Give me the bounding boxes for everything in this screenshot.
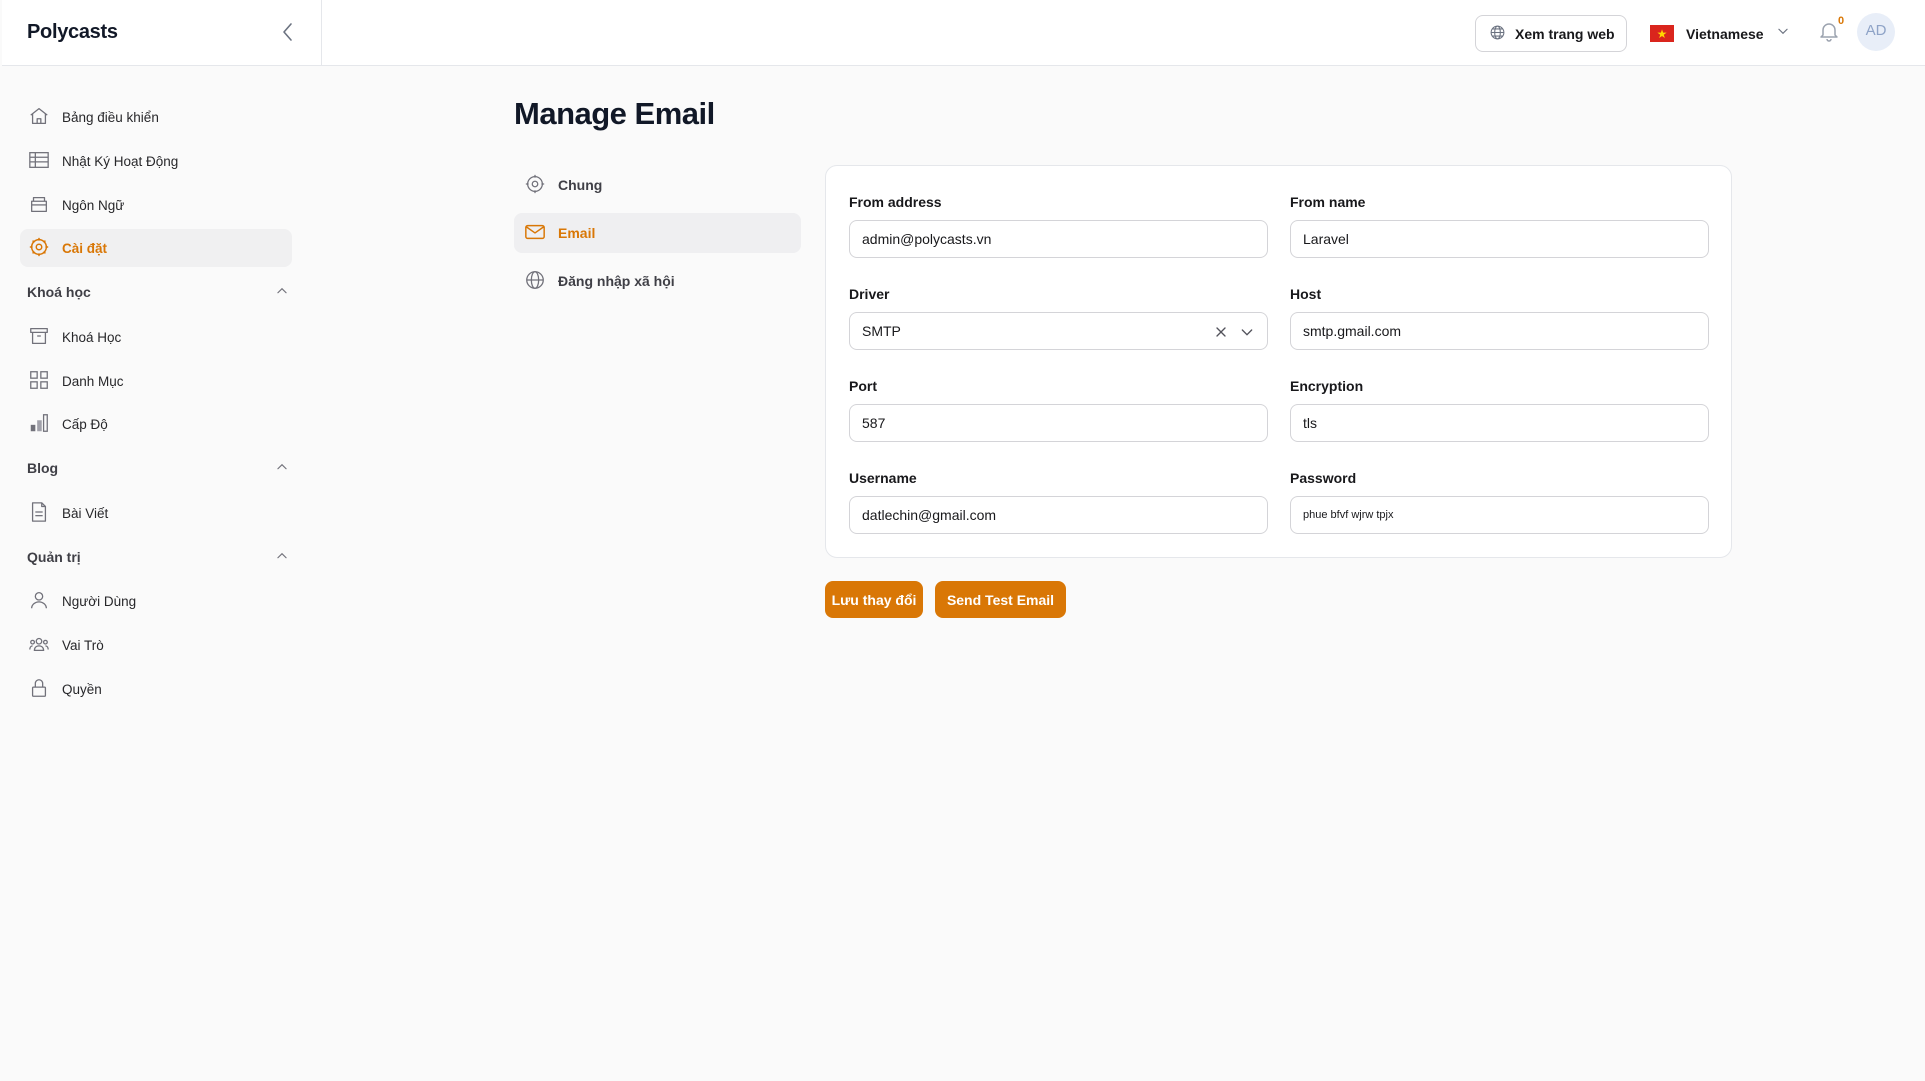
password-input[interactable] <box>1290 496 1709 534</box>
encryption-label: Encryption <box>1290 378 1364 394</box>
encryption-input[interactable] <box>1290 404 1709 442</box>
sidebar-item-categories[interactable]: Danh Mục <box>20 362 292 400</box>
sidebar-item-dashboard[interactable]: Bảng điều khiển <box>20 98 292 136</box>
sidebar-item-users[interactable]: Người Dùng <box>20 582 292 620</box>
from-address-label: From address <box>849 194 942 210</box>
chevron-up-icon <box>275 460 289 477</box>
archive-icon <box>28 193 50 218</box>
sidebar-item-roles[interactable]: Vai Trò <box>20 626 292 664</box>
brand-logo[interactable]: Polycasts <box>27 21 118 44</box>
envelope-icon <box>524 221 546 246</box>
port-label: Port <box>849 378 877 394</box>
sidebar-item-label: Người Dùng <box>62 593 137 609</box>
sidebar-item-label: Ngôn Ngữ <box>62 197 125 213</box>
from-name-input[interactable] <box>1290 220 1709 258</box>
collapse-sidebar-icon[interactable] <box>276 20 300 44</box>
settings-tab-label: Đăng nhập xã hội <box>558 273 675 289</box>
chevron-up-icon <box>275 549 289 566</box>
sidebar-group-label: Blog <box>27 460 59 476</box>
sidebar-item-label: Nhật Ký Hoạt Động <box>62 153 179 169</box>
sidebar-item-label: Bảng điều khiển <box>62 109 159 125</box>
username-input[interactable] <box>849 496 1268 534</box>
sidebar-item-label: Bài Viết <box>62 505 109 521</box>
password-label: Password <box>1290 470 1357 486</box>
sidebar-item-courses[interactable]: Khoá Học <box>20 318 292 356</box>
chevron-down-icon[interactable] <box>1239 324 1255 340</box>
sidebar-item-settings[interactable]: Cài đặt <box>20 229 292 267</box>
email-settings-card: From address From name Driver SMTP Host … <box>825 165 1732 558</box>
username-label: Username <box>849 470 917 486</box>
view-website-button[interactable]: Xem trang web <box>1475 15 1627 52</box>
sidebar-group-label: Quản trị <box>27 549 81 565</box>
sidebar-item-language[interactable]: Ngôn Ngữ <box>20 186 292 224</box>
sidebar-item-label: Cấp Độ <box>62 416 108 432</box>
from-address-input[interactable] <box>849 220 1268 258</box>
gear-icon <box>524 173 546 198</box>
vietnam-flag-icon: ★ <box>1650 25 1674 42</box>
sidebar-item-label: Cài đặt <box>62 240 108 256</box>
globe-icon <box>524 269 546 294</box>
brand-area: Polycasts <box>2 0 322 66</box>
sidebar-item-label: Khoá Học <box>62 329 122 345</box>
sidebar-item-label: Quyền <box>62 681 102 697</box>
host-label: Host <box>1290 286 1322 302</box>
chevron-up-icon <box>275 284 289 301</box>
host-input[interactable] <box>1290 312 1709 350</box>
sidebar-item-levels[interactable]: Cấp Độ <box>20 405 292 443</box>
gear-icon <box>28 236 50 261</box>
notification-count-badge: 0 <box>1838 15 1845 27</box>
view-website-label: Xem trang web <box>1515 25 1615 42</box>
globe-icon <box>1489 24 1506 44</box>
sidebar-group-admin[interactable]: Quản trị <box>27 545 289 569</box>
driver-selected-value: SMTP <box>862 323 901 339</box>
users-group-icon <box>28 633 50 658</box>
settings-tab-social-login[interactable]: Đăng nhập xã hội <box>514 261 801 301</box>
driver-select[interactable]: SMTP <box>849 312 1268 350</box>
bar-chart-icon <box>28 412 50 437</box>
archive-box-icon <box>28 325 50 350</box>
sidebar-group-courses[interactable]: Khoá học <box>27 280 289 304</box>
settings-tab-label: Email <box>558 225 596 241</box>
language-switcher[interactable]: ★ Vietnamese <box>1650 15 1790 52</box>
grid-icon <box>28 369 50 394</box>
language-label: Vietnamese <box>1686 25 1764 42</box>
chevron-down-icon <box>1776 24 1790 43</box>
send-test-email-button[interactable]: Send Test Email <box>935 581 1066 618</box>
sidebar-item-label: Danh Mục <box>62 373 124 389</box>
sidebar-item-label: Vai Trò <box>62 637 104 653</box>
top-bar: Polycasts Xem trang web ★ Vietnamese 0 A… <box>2 0 1925 66</box>
sidebar-group-label: Khoá học <box>27 284 91 300</box>
save-changes-button[interactable]: Lưu thay đổi <box>825 581 923 618</box>
sidebar-item-activity-log[interactable]: Nhật Ký Hoạt Động <box>20 142 292 180</box>
sidebar-item-permissions[interactable]: Quyền <box>20 670 292 708</box>
sidebar-item-posts[interactable]: Bài Viết <box>20 494 292 532</box>
settings-tab-label: Chung <box>558 177 603 193</box>
from-name-label: From name <box>1290 194 1366 210</box>
user-avatar[interactable]: AD <box>1857 13 1895 51</box>
table-icon <box>28 149 50 174</box>
lock-icon <box>28 677 50 702</box>
settings-tab-email[interactable]: Email <box>514 213 801 253</box>
document-icon <box>28 501 50 526</box>
home-icon <box>28 105 50 130</box>
user-icon <box>28 589 50 614</box>
port-input[interactable] <box>849 404 1268 442</box>
clear-icon[interactable] <box>1213 324 1229 340</box>
page-title: Manage Email <box>514 96 715 131</box>
sidebar-group-blog[interactable]: Blog <box>27 456 289 480</box>
settings-tab-general[interactable]: Chung <box>514 165 801 205</box>
driver-label: Driver <box>849 286 890 302</box>
